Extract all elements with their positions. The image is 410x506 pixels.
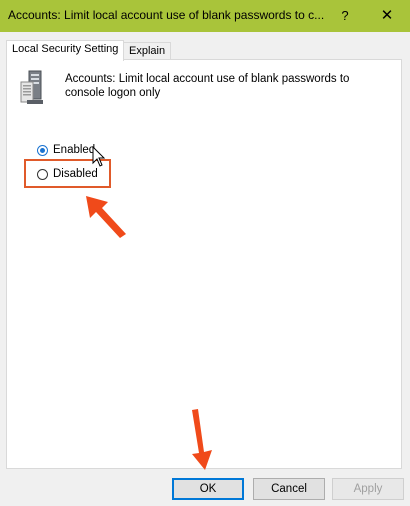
enabled-option[interactable]: Enabled: [37, 141, 95, 159]
close-button[interactable]: ✕: [372, 0, 402, 32]
server-policy-icon: [20, 70, 43, 104]
policy-description: Accounts: Limit local account use of bla…: [65, 73, 350, 99]
annotation-arrow-up-icon: [86, 196, 126, 238]
cancel-button[interactable]: Cancel: [253, 478, 325, 500]
annotation-arrow-down-icon: [192, 409, 212, 470]
window-title: Accounts: Limit local account use of bla…: [8, 8, 325, 22]
enabled-label: Enabled: [53, 144, 96, 156]
help-button[interactable]: ?: [334, 0, 356, 32]
apply-button[interactable]: Apply: [332, 478, 404, 500]
mouse-cursor-icon: [92, 146, 106, 167]
enabled-radio[interactable]: [37, 144, 48, 156]
tab-local-security-setting[interactable]: Local Security Setting: [6, 40, 125, 61]
title-bar: Accounts: Limit local account use of bla…: [0, 0, 410, 32]
ok-button[interactable]: OK: [172, 478, 244, 500]
